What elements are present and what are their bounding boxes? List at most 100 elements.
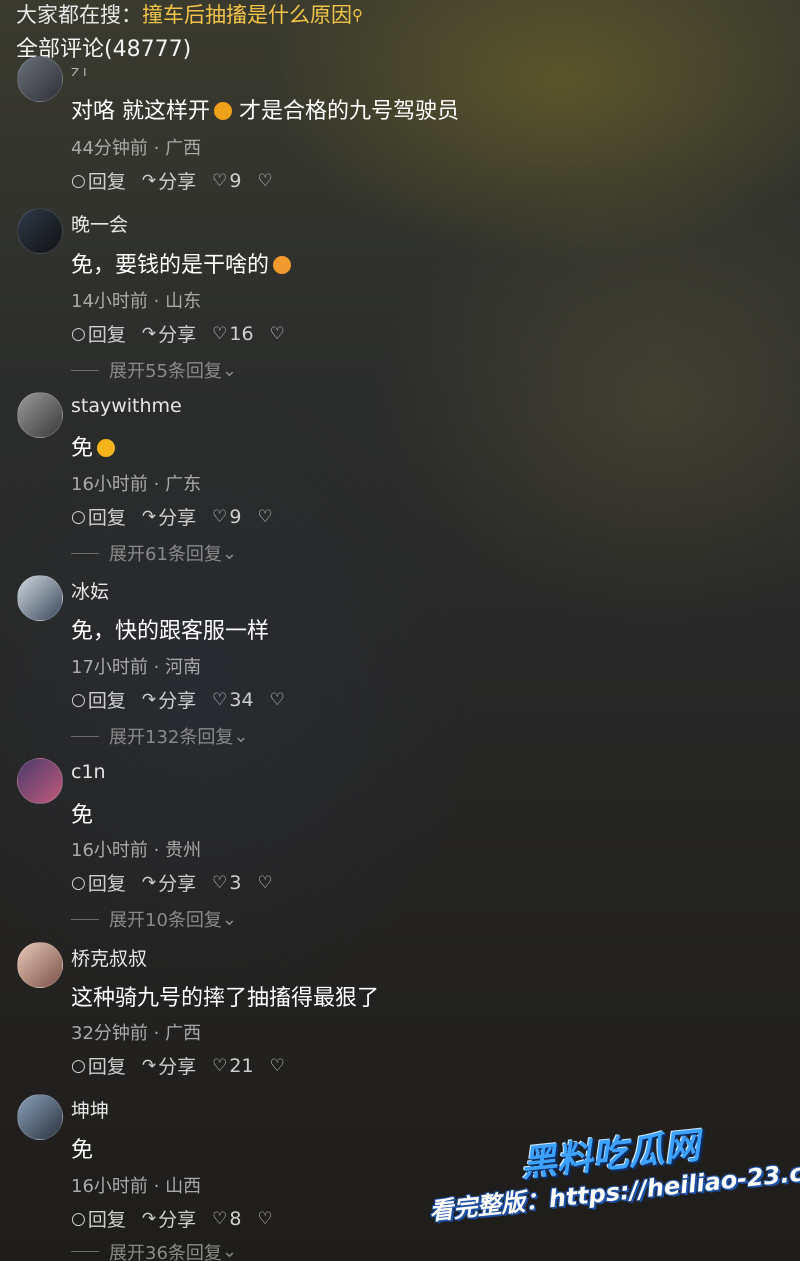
broken-heart-icon: ♡ (269, 1055, 285, 1076)
comment-text: 免 (71, 1138, 94, 1163)
share-button[interactable]: ↷ 分享 (142, 167, 196, 194)
share-arrow-icon: ↷ (141, 506, 157, 527)
divider-line (71, 918, 99, 920)
comment-bubble-icon: ○ (71, 1208, 86, 1229)
reply-button[interactable]: ○ 回复 (71, 1052, 126, 1079)
broken-heart-icon: ♡ (257, 872, 273, 893)
expand-replies-button[interactable]: 展开36条回复 ⌄ (71, 1242, 237, 1261)
broken-heart-icon: ♡ (269, 689, 285, 710)
share-button[interactable]: ↷ 分享 (142, 320, 196, 347)
dislike-button[interactable]: ♡ (270, 690, 287, 710)
heart-icon: ♡ (212, 689, 228, 710)
share-button[interactable]: ↷ 分享 (142, 869, 196, 896)
search-suggestion-term[interactable]: 撞车后抽搐是什么原因 (142, 3, 352, 27)
dislike-button[interactable]: ♡ (257, 507, 274, 527)
comment-bubble-icon: ○ (71, 170, 86, 191)
comment-text: 免，快的跟客服一样 (71, 619, 270, 644)
heart-icon: ♡ (212, 506, 228, 527)
avatar[interactable] (17, 575, 63, 621)
like-button[interactable]: ♡ 3 (212, 872, 241, 894)
comment-username[interactable]: Z I (71, 66, 87, 76)
share-button[interactable]: ↷ 分享 (142, 686, 196, 713)
chevron-down-icon: ⌄ (221, 1242, 237, 1261)
reply-button[interactable]: ○ 回复 (71, 320, 126, 347)
like-button[interactable]: ♡ 9 (212, 170, 241, 192)
comment-username[interactable]: 冰妘 (71, 577, 109, 604)
comment-meta: 17小时前 · 河南 (71, 657, 202, 678)
avatar[interactable] (17, 1094, 63, 1140)
thumbs-up-emoji-icon (214, 102, 232, 120)
like-button[interactable]: ♡ 21 (212, 1055, 253, 1077)
share-arrow-icon: ↷ (141, 1208, 157, 1229)
avatar[interactable] (17, 208, 63, 254)
divider-line (71, 552, 99, 554)
share-button[interactable]: ↷ 分享 (142, 1052, 196, 1079)
comment-text: 免 (71, 803, 94, 828)
heart-icon: ♡ (212, 323, 228, 344)
reply-button[interactable]: ○ 回复 (71, 686, 126, 713)
comment-actions: ○ 回复 ↷ 分享 ♡ 9 ♡ (71, 503, 291, 530)
like-button[interactable]: ♡ 34 (212, 689, 253, 711)
comment-text: 免，要钱的是干啥的 (71, 247, 292, 279)
avatar[interactable] (17, 56, 63, 102)
comment-meta: 16小时前 · 山西 (71, 1176, 202, 1197)
comment-bubble-icon: ○ (71, 689, 86, 710)
reply-button[interactable]: ○ 回复 (71, 869, 126, 896)
dislike-button[interactable]: ♡ (270, 324, 287, 344)
expand-replies-button[interactable]: 展开61条回复 ⌄ (71, 540, 237, 566)
comment-bubble-icon: ○ (71, 872, 86, 893)
comment-username[interactable]: 桥克叔叔 (71, 944, 147, 971)
avatar[interactable] (17, 392, 63, 438)
broken-heart-icon: ♡ (269, 323, 285, 344)
comment-username[interactable]: c1n (71, 761, 106, 783)
comment-actions: ○ 回复 ↷ 分享 ♡ 21 ♡ (71, 1052, 303, 1079)
divider-line (71, 369, 99, 371)
comment-actions: ○ 回复 ↷ 分享 ♡ 3 ♡ (71, 869, 291, 896)
comment-actions: ○ 回复 ↷ 分享 ♡ 8 ♡ (71, 1205, 291, 1232)
comment-bubble-icon: ○ (71, 506, 86, 527)
expand-replies-button[interactable]: 展开132条回复 ⌄ (71, 723, 248, 749)
like-button[interactable]: ♡ 8 (212, 1208, 241, 1230)
comment-bubble-icon: ○ (71, 323, 86, 344)
avatar[interactable] (17, 758, 63, 804)
expand-replies-button[interactable]: 展开10条回复 ⌄ (71, 906, 237, 932)
comment-meta: 44分钟前 · 广西 (71, 138, 202, 159)
chevron-down-icon: ⌄ (221, 359, 237, 381)
heart-icon: ♡ (212, 170, 228, 191)
broken-heart-icon: ♡ (257, 506, 273, 527)
comment-meta: 32分钟前 · 广西 (71, 1023, 202, 1044)
like-button[interactable]: ♡ 16 (212, 323, 253, 345)
reply-button[interactable]: ○ 回复 (71, 503, 126, 530)
avatar[interactable] (17, 942, 63, 988)
comment-meta: 16小时前 · 贵州 (71, 840, 202, 861)
heart-icon: ♡ (212, 872, 228, 893)
crying-face-emoji-icon (273, 256, 292, 274)
search-icon[interactable]: ⚲ (352, 6, 363, 24)
comment-actions: ○ 回复 ↷ 分享 ♡ 34 ♡ (71, 686, 303, 713)
comment-bubble-icon: ○ (71, 1055, 86, 1076)
comment-username[interactable]: 坤坤 (71, 1096, 109, 1123)
share-arrow-icon: ↷ (141, 1055, 157, 1076)
search-suggestion-bar[interactable]: 大家都在搜：撞车后抽搐是什么原因⚲ (16, 0, 363, 32)
reply-button[interactable]: ○ 回复 (71, 167, 126, 194)
dislike-button[interactable]: ♡ (257, 171, 274, 191)
expand-replies-button[interactable]: 展开55条回复 ⌄ (71, 357, 237, 383)
share-button[interactable]: ↷ 分享 (142, 503, 196, 530)
reply-button[interactable]: ○ 回复 (71, 1205, 126, 1232)
chevron-down-icon: ⌄ (221, 908, 237, 930)
comment-username[interactable]: 晚一会 (71, 210, 128, 237)
share-button[interactable]: ↷ 分享 (142, 1205, 196, 1232)
share-arrow-icon: ↷ (141, 689, 157, 710)
smiling-face-emoji-icon (97, 439, 116, 457)
heart-icon: ♡ (212, 1055, 228, 1076)
comment-text: 对咯 就这样开 才是合格的九号驾驶员 (71, 99, 459, 124)
dislike-button[interactable]: ♡ (257, 1209, 274, 1229)
dislike-button[interactable]: ♡ (270, 1056, 287, 1076)
comment-meta: 16小时前 · 广东 (71, 474, 202, 495)
comment-username[interactable]: staywithme (71, 395, 182, 417)
dislike-button[interactable]: ♡ (257, 873, 274, 893)
comment-text: 免 (71, 430, 116, 462)
divider-line (71, 735, 99, 737)
broken-heart-icon: ♡ (257, 170, 273, 191)
like-button[interactable]: ♡ 9 (212, 506, 241, 528)
